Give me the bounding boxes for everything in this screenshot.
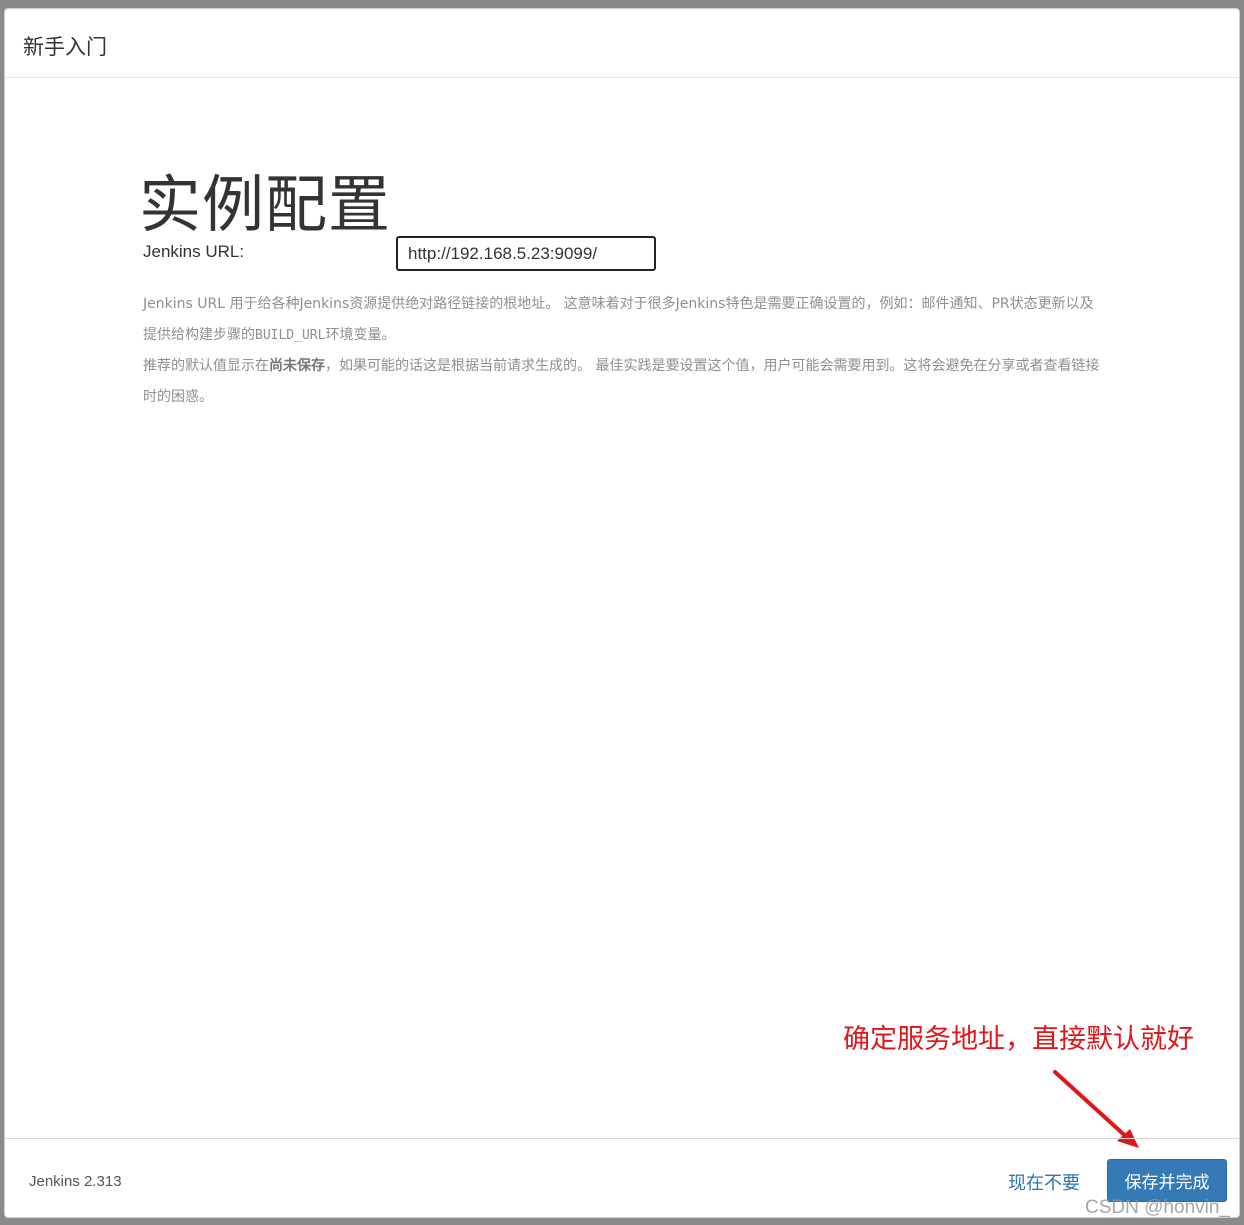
save-and-finish-button[interactable]: 保存并完成 [1107, 1159, 1227, 1202]
build-url-code: BUILD_URL [255, 328, 326, 343]
skip-button[interactable]: 现在不要 [1008, 1169, 1080, 1195]
help-text: Jenkins URL 用于给各种Jenkins资源提供绝对路径链接的根地址。 … [143, 289, 1103, 413]
page-title: 实例配置 [139, 168, 392, 241]
help-paragraph-1: Jenkins URL 用于给各种Jenkins资源提供绝对路径链接的根地址。 … [143, 289, 1103, 351]
annotation-text: 确定服务地址，直接默认就好 [843, 1024, 1194, 1055]
help-text-1b: 环境变量。 [325, 327, 396, 343]
setup-wizard-dialog: 新手入门 实例配置 Jenkins URL: Jenkins URL 用于给各种… [4, 8, 1240, 1218]
help-text-2a: 推荐的默认值显示在 [143, 358, 269, 374]
jenkins-url-label: Jenkins URL: [143, 242, 245, 261]
watermark: CSDN @honvin_ [1085, 1197, 1230, 1218]
dialog-footer: Jenkins 2.313 现在不要 保存并完成 [5, 1138, 1239, 1217]
version-label: Jenkins 2.313 [29, 1173, 122, 1190]
not-saved-emphasis: 尚未保存 [269, 358, 325, 374]
help-paragraph-2: 推荐的默认值显示在尚未保存，如果可能的话这是根据当前请求生成的。 最佳实践是要设… [143, 351, 1103, 413]
dialog-header: 新手入门 [5, 9, 1239, 78]
dialog-title: 新手入门 [23, 35, 107, 59]
jenkins-url-input[interactable] [396, 236, 656, 271]
